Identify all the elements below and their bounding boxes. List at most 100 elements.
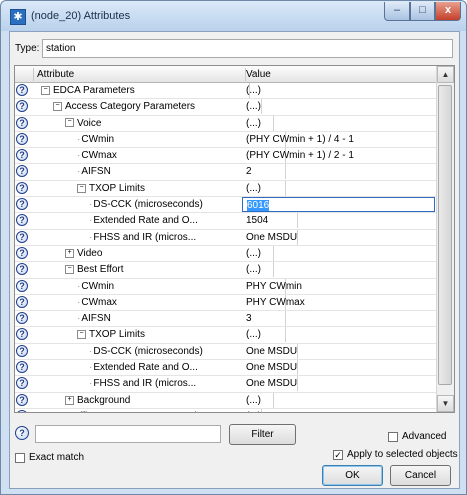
table-row[interactable]: ? − Best Effort (...) <box>15 262 438 279</box>
attribute-value-cell[interactable]: One MSDU <box>242 360 435 375</box>
attribute-value-cell[interactable]: (...) <box>242 99 435 114</box>
help-icon[interactable]: ? <box>15 426 29 440</box>
help-icon[interactable]: ? <box>16 84 28 96</box>
apply-box[interactable]: ✓ <box>333 449 343 460</box>
attribute-value-cell[interactable]: One MSDU <box>242 344 435 359</box>
attribute-name-cell[interactable]: − Access Category Parameters <box>33 99 262 115</box>
attribute-value-cell[interactable]: (...) <box>242 409 435 412</box>
attribute-value-cell[interactable]: (...) <box>242 246 435 261</box>
attribute-value-cell[interactable]: (...) <box>242 393 435 408</box>
table-row[interactable]: ? − TXOP Limits (...) <box>15 180 438 198</box>
close-button[interactable]: x <box>435 2 461 21</box>
expand-icon[interactable]: + <box>65 248 74 258</box>
table-row[interactable]: ? − Voice (...) <box>15 115 438 132</box>
value-edit-field[interactable]: 6016 <box>242 197 435 213</box>
expand-icon[interactable]: + <box>65 395 74 405</box>
table-row[interactable]: ? ·DS-CCK (microseconds) 6016 <box>15 197 438 214</box>
help-icon[interactable]: ? <box>16 100 28 113</box>
table-row[interactable]: ? ·FHSS and IR (micros... One MSDU <box>15 376 438 393</box>
advanced-checkbox[interactable]: Advanced <box>388 431 446 442</box>
cancel-button[interactable]: Cancel <box>390 465 451 486</box>
column-header-value[interactable]: Value <box>242 68 271 81</box>
collapse-icon[interactable]: − <box>53 102 62 112</box>
column-header-attribute[interactable]: Attribute <box>33 68 246 81</box>
apply-to-selected-checkbox[interactable]: ✓ Apply to selected objects <box>333 449 458 460</box>
attribute-name-cell[interactable]: +Traffic Category Parameters (8 R... <box>33 408 262 412</box>
help-icon[interactable]: ? <box>16 149 28 162</box>
attribute-value-cell[interactable]: (...) <box>242 262 435 277</box>
help-icon[interactable]: ? <box>16 295 28 308</box>
help-icon[interactable]: ? <box>16 328 28 341</box>
help-icon[interactable]: ? <box>16 409 28 412</box>
attribute-value-cell[interactable]: 3 <box>242 311 435 326</box>
collapse-icon[interactable]: − <box>65 265 74 275</box>
help-icon[interactable]: ? <box>16 198 28 211</box>
table-row[interactable]: ? ·CWmax PHY CWmax <box>15 294 438 312</box>
attribute-value-cell[interactable]: (...) <box>242 116 435 131</box>
attribute-name-cell[interactable]: − EDCA Parameters <box>33 83 250 98</box>
help-icon[interactable]: ? <box>16 344 28 357</box>
table-row[interactable]: ? ·CWmin (PHY CWmin + 1) / 4 - 1 <box>15 131 438 149</box>
attribute-value-cell[interactable]: 1504 <box>242 213 435 228</box>
attribute-value-cell[interactable]: One MSDU <box>242 230 435 245</box>
advanced-box[interactable] <box>388 431 398 442</box>
attribute-value-cell[interactable]: (...) <box>242 181 435 196</box>
scroll-down-arrow-icon[interactable]: ▼ <box>437 395 454 412</box>
attribute-name-cell[interactable]: − Best Effort <box>33 262 274 278</box>
table-row[interactable]: ? − TXOP Limits (...) <box>15 327 438 344</box>
table-row[interactable]: ? ·FHSS and IR (micros... One MSDU <box>15 229 438 246</box>
ok-button[interactable]: OK <box>322 465 383 486</box>
attribute-value-cell[interactable]: (PHY CWmin + 1) / 4 - 1 <box>242 132 435 147</box>
help-icon[interactable]: ? <box>16 246 28 259</box>
collapse-icon[interactable]: − <box>77 183 86 193</box>
attribute-value-cell[interactable]: (...) <box>242 83 435 98</box>
attribute-name-cell[interactable]: + Video <box>33 245 274 261</box>
help-icon[interactable]: ? <box>16 181 28 194</box>
table-row[interactable]: ? ·Extended Rate and O... 1504 <box>15 213 438 230</box>
help-icon[interactable]: ? <box>16 377 28 390</box>
help-icon[interactable]: ? <box>16 230 28 243</box>
exact-match-box[interactable] <box>15 452 25 463</box>
minimize-button[interactable]: – <box>384 2 410 21</box>
scrollbar-thumb[interactable] <box>438 85 452 385</box>
attribute-name-cell[interactable]: + Background <box>33 392 274 408</box>
exact-match-checkbox[interactable]: Exact match <box>15 452 84 463</box>
attribute-value-cell[interactable]: 2 <box>242 164 435 179</box>
table-row[interactable]: ? ·AIFSN 2 <box>15 164 438 181</box>
help-icon[interactable]: ? <box>16 361 28 374</box>
table-row[interactable]: ? +Traffic Category Parameters (8 R...(..… <box>15 408 438 412</box>
expand-icon[interactable]: + <box>53 411 62 412</box>
scroll-up-arrow-icon[interactable]: ▲ <box>437 66 454 83</box>
table-row[interactable]: ? ·AIFSN 3 <box>15 311 438 328</box>
help-icon[interactable]: ? <box>16 393 28 406</box>
collapse-icon[interactable]: − <box>77 330 86 340</box>
attribute-value-cell[interactable]: (PHY CWmin + 1) / 2 - 1 <box>242 148 435 163</box>
table-row[interactable]: ? + Background (...) <box>15 392 438 409</box>
table-row[interactable]: ? − EDCA Parameters (...) <box>15 83 438 100</box>
help-icon[interactable]: ? <box>16 312 28 325</box>
maximize-button[interactable]: □ <box>410 2 435 21</box>
table-row[interactable]: ? ·Extended Rate and O... One MSDU <box>15 360 438 377</box>
table-row[interactable]: ? − Access Category Parameters (...) <box>15 99 438 116</box>
help-icon[interactable]: ? <box>16 263 28 276</box>
attribute-value-cell[interactable]: (...) <box>242 327 435 342</box>
attribute-value-cell[interactable]: PHY CWmin <box>242 279 435 294</box>
attribute-value-cell[interactable]: One MSDU <box>242 376 435 391</box>
table-row[interactable]: ? ·CWmax (PHY CWmin + 1) / 2 - 1 <box>15 148 438 165</box>
collapse-icon[interactable]: − <box>65 118 74 128</box>
help-icon[interactable]: ? <box>16 214 28 227</box>
attribute-name-cell[interactable]: − Voice <box>33 115 274 131</box>
collapse-icon[interactable]: − <box>41 85 50 95</box>
type-input[interactable] <box>42 39 453 58</box>
help-icon[interactable]: ? <box>16 132 28 145</box>
search-input[interactable] <box>35 425 221 443</box>
table-row[interactable]: ? ·CWmin PHY CWmin <box>15 278 438 295</box>
table-row[interactable]: ? + Video (...) <box>15 245 438 263</box>
vertical-scrollbar[interactable]: ▲ ▼ <box>436 66 454 412</box>
filter-button[interactable]: Filter <box>229 424 296 445</box>
table-row[interactable]: ? ·DS-CCK (microseconds) One MSDU <box>15 343 438 361</box>
help-icon[interactable]: ? <box>16 279 28 292</box>
help-icon[interactable]: ? <box>16 116 28 129</box>
help-icon[interactable]: ? <box>16 165 28 178</box>
attribute-value-cell[interactable]: PHY CWmax <box>242 295 435 310</box>
